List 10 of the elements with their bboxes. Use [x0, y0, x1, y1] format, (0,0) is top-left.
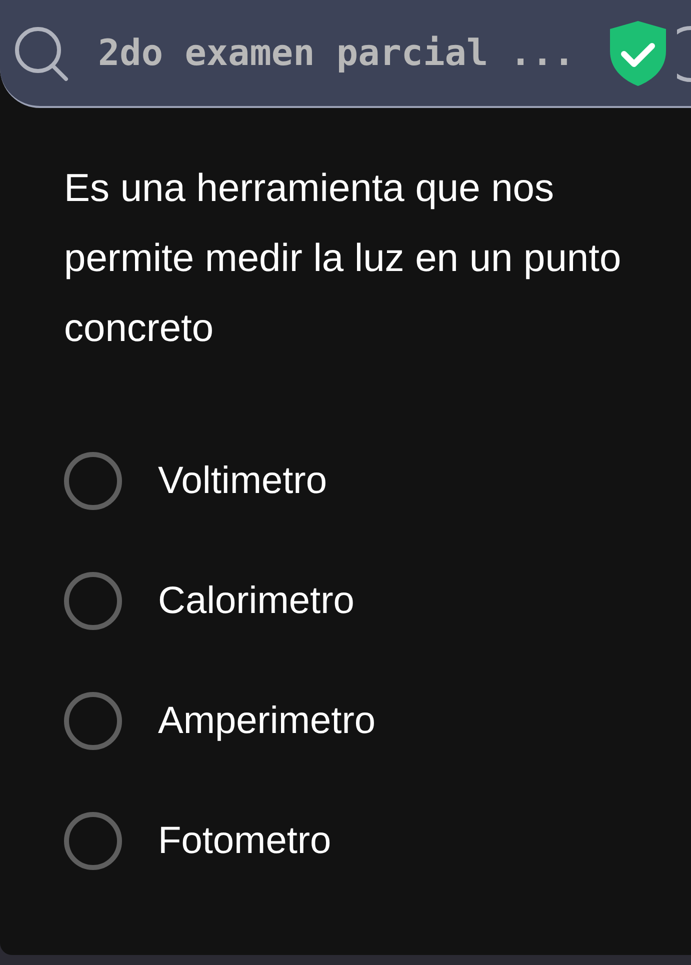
radio-button[interactable] [64, 692, 122, 750]
exam-title: 2do examen parcial ... [98, 32, 575, 74]
option-label[interactable]: Amperimetro [158, 700, 376, 742]
question-text: Es una herramienta que nos permite medir la luz en un punto concreto [64, 166, 622, 352]
option-label[interactable]: Voltimetro [158, 460, 327, 502]
radio-button[interactable] [64, 572, 122, 630]
option-label[interactable]: Fotometro [158, 820, 332, 862]
radio-button[interactable] [64, 452, 122, 510]
radio-button[interactable] [64, 812, 122, 870]
option-label[interactable]: Calorimetro [158, 580, 354, 622]
